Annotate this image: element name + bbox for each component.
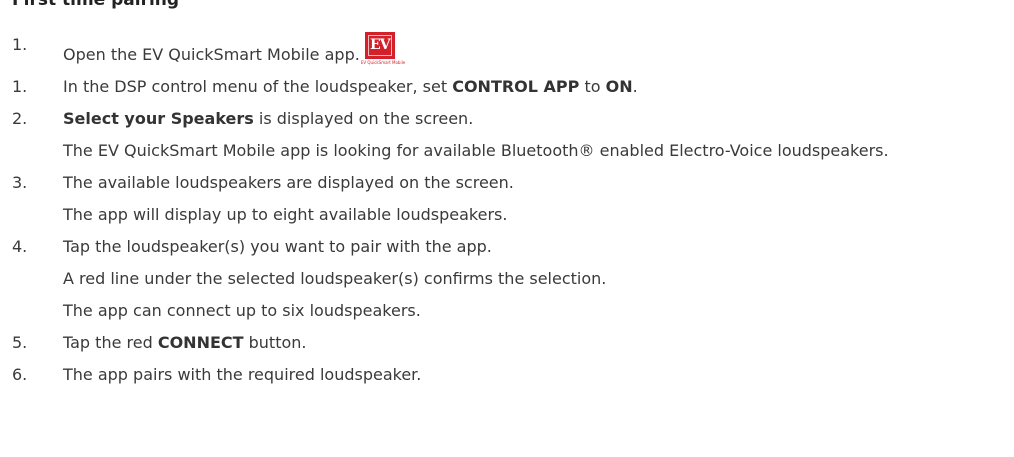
step-number: 6. [12, 365, 28, 384]
on-value: ON [605, 77, 633, 96]
app-icon-caption: EV QuickSmart Mobile [360, 60, 406, 65]
step-number: 1. [12, 35, 28, 54]
step-available-speakers: 3. The available loudspeakers are displa… [0, 170, 1014, 227]
step-text: The available loudspeakers are displayed… [63, 173, 514, 192]
step-select-speakers: 2. Select your Speakers is displayed on … [0, 106, 1014, 163]
step-text: Tap the loudspeaker(s) you want to pair … [63, 237, 492, 256]
connect-label: CONNECT [157, 333, 244, 352]
step-number: 3. [12, 173, 28, 192]
ev-quicksmart-app-icon: EV EV QuickSmart Mobile [361, 32, 405, 66]
step-detail: The app can connect up to six loudspeake… [63, 301, 421, 320]
step-text: In the DSP control menu of the loudspeak… [63, 77, 638, 96]
step-text: The app pairs with the required loudspea… [63, 365, 422, 384]
step-tap-connect: 5. Tap the red CONNECT button. [0, 330, 1014, 355]
step-number: 2. [12, 109, 28, 128]
step-number: 4. [12, 237, 28, 256]
step-tap-speakers: 4. Tap the loudspeaker(s) you want to pa… [0, 234, 1014, 323]
select-your-speakers-label: Select your Speakers [63, 109, 254, 128]
step-detail: A red line under the selected loudspeake… [63, 269, 607, 288]
step-control-app-on: 1. In the DSP control menu of the loudsp… [0, 74, 1014, 99]
step-number: 5. [12, 333, 28, 352]
step-text: Open the EV QuickSmart Mobile app. EV EV Q… [63, 32, 1014, 67]
control-app-setting: CONTROL APP [452, 77, 580, 96]
step-text: Tap the red CONNECT button. [63, 333, 307, 352]
step-open-app: 1. Open the EV QuickSmart Mobile app. EV E… [0, 32, 1014, 67]
step-detail: The app will display up to eight availab… [63, 205, 508, 224]
step-text: Select your Speakers is displayed on the… [63, 109, 474, 128]
section-heading: First time pairing [12, 0, 180, 10]
steps-list: 1. Open the EV QuickSmart Mobile app. EV E… [0, 32, 1014, 394]
ev-logo: EV [364, 32, 395, 59]
step-number: 1. [12, 77, 28, 96]
step-detail: The EV QuickSmart Mobile app is looking … [63, 141, 889, 160]
step-app-pairs: 6. The app pairs with the required louds… [0, 362, 1014, 387]
